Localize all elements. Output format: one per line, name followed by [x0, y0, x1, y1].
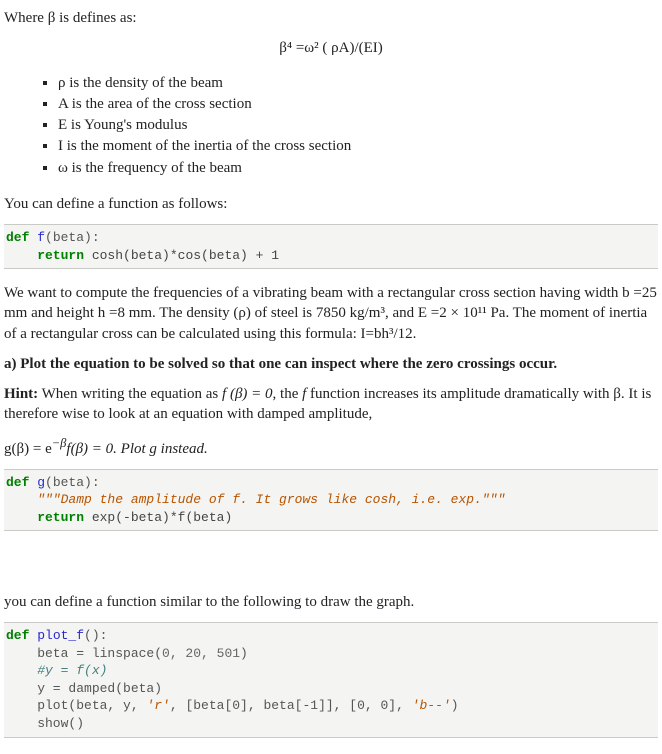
- keyword-def: def: [6, 475, 37, 490]
- func-signature: (beta):: [45, 475, 100, 490]
- code-block-g: def g(beta): """Damp the amplitude of f.…: [4, 469, 658, 532]
- eq-g-before: g(β) = e: [4, 441, 52, 457]
- keyword-return: return: [6, 510, 92, 525]
- equation-beta: β⁴ =ω² ( ρA)/(EI): [4, 38, 658, 58]
- hint-label: Hint:: [4, 386, 38, 402]
- hint-text: When writing the equation as: [38, 386, 222, 402]
- code-body: cosh(beta)*cos(beta) + 1: [92, 248, 279, 263]
- code-line: ): [451, 698, 459, 713]
- hint-text: , the: [273, 386, 303, 402]
- list-item: ρ is the density of the beam: [58, 73, 658, 93]
- func-signature: ():: [84, 628, 107, 643]
- code-block-plot: def plot_f(): beta = linspace(0, 20, 501…: [4, 622, 658, 737]
- hint-paragraph: Hint: When writing the equation as f (β)…: [4, 384, 658, 425]
- code-string: 'b--': [412, 698, 451, 713]
- keyword-return: return: [6, 248, 92, 263]
- equation-g: g(β) = e−βf(β) = 0. Plot g instead.: [4, 435, 658, 459]
- eq-g-after: f(β) = 0. Plot g instead.: [66, 441, 207, 457]
- code-line: y = damped(beta): [6, 681, 162, 696]
- question-a: a) Plot the equation to be solved so tha…: [4, 354, 658, 374]
- list-item: A is the area of the cross section: [58, 94, 658, 114]
- code-body: exp(-beta)*f(beta): [92, 510, 232, 525]
- intro-text: Where β is defines as:: [4, 8, 658, 28]
- code-comment: #y = f(x): [6, 663, 107, 678]
- code-line: , [beta[0], beta[-1]], [0, 0],: [170, 698, 412, 713]
- list-item: I is the moment of the inertia of the cr…: [58, 136, 658, 156]
- code-block-f: def f(beta): return cosh(beta)*cos(beta)…: [4, 224, 658, 269]
- plot-function-text: you can define a function similar to the…: [4, 592, 658, 612]
- code-line: show(): [6, 716, 84, 731]
- func-name: plot_f: [37, 628, 84, 643]
- keyword-def: def: [6, 628, 37, 643]
- code-line: beta = linspace(: [6, 646, 162, 661]
- code-numbers: 0, 20, 501: [162, 646, 240, 661]
- code-line: plot(beta, y,: [6, 698, 146, 713]
- definitions-list: ρ is the density of the beam A is the ar…: [4, 73, 658, 178]
- func-signature: (beta):: [45, 230, 100, 245]
- hint-fbeta: f (β) = 0: [222, 386, 273, 402]
- define-function-text: You can define a function as follows:: [4, 194, 658, 214]
- list-item: ω is the frequency of the beam: [58, 158, 658, 178]
- list-item: E is Young's modulus: [58, 115, 658, 135]
- func-name: f: [37, 230, 45, 245]
- docstring: """Damp the amplitude of f. It grows lik…: [6, 492, 505, 507]
- code-string: 'r': [146, 698, 169, 713]
- keyword-def: def: [6, 230, 37, 245]
- code-line: ): [240, 646, 248, 661]
- problem-description: We want to compute the frequencies of a …: [4, 283, 658, 344]
- eq-g-sup: −β: [52, 436, 67, 450]
- func-name: g: [37, 475, 45, 490]
